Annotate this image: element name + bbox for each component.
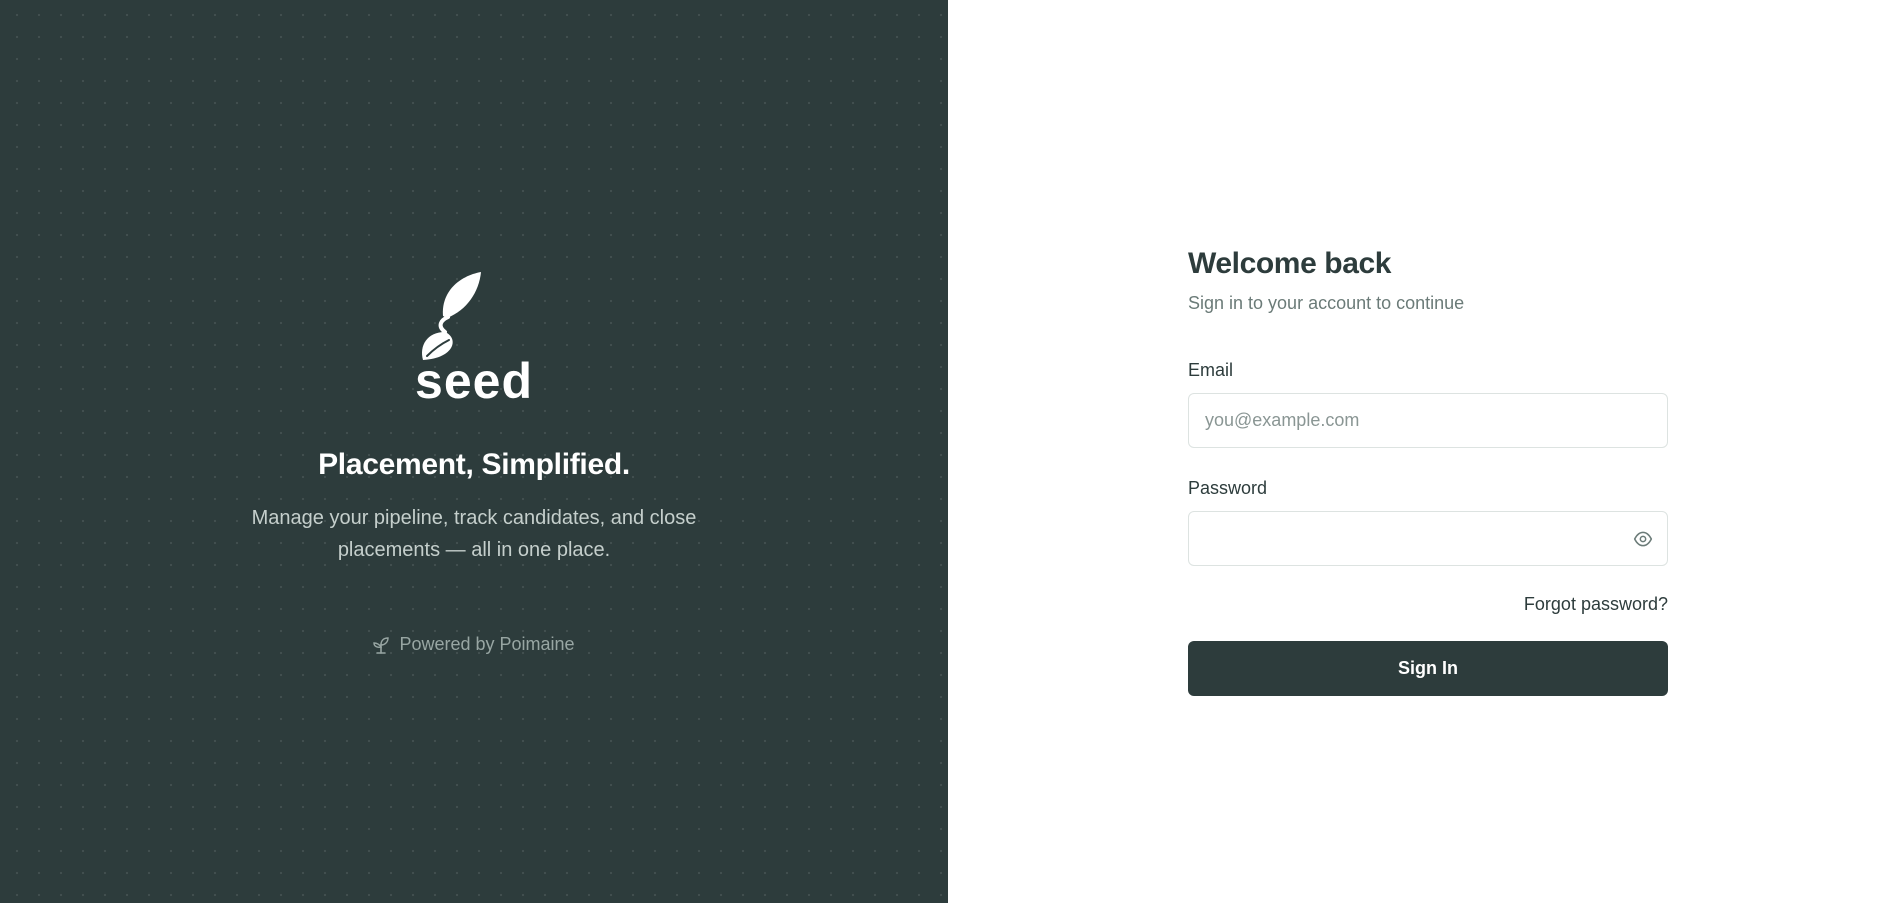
sprout-icon	[373, 636, 390, 654]
brand-tagline: Placement, Simplified.	[318, 448, 630, 481]
sign-in-form: Welcome back Sign in to your account to …	[1188, 245, 1668, 696]
brand-content: seed Placement, Simplified. Manage your …	[0, 270, 948, 655]
password-visibility-toggle[interactable]	[1632, 528, 1654, 550]
seed-sprout-icon	[422, 272, 482, 360]
forgot-password-link[interactable]: Forgot password?	[1524, 594, 1668, 614]
password-field-wrap	[1188, 511, 1668, 566]
eye-icon	[1633, 531, 1653, 547]
sign-in-button[interactable]: Sign In	[1188, 641, 1668, 696]
brand-description: Manage your pipeline, track candidates, …	[251, 507, 697, 561]
powered-by-text: Powered by Poimaine	[399, 634, 575, 654]
form-title: Welcome back	[1188, 247, 1392, 280]
seed-logo: seed	[415, 270, 533, 406]
password-label: Password	[1188, 478, 1268, 498]
logo-wordmark: seed	[415, 353, 533, 409]
form-subtitle: Sign in to your account to continue	[1188, 293, 1465, 313]
forgot-row: Forgot password?	[1188, 594, 1668, 615]
email-field-wrap	[1188, 393, 1668, 448]
email-field[interactable]	[1188, 393, 1668, 448]
form-panel: Welcome back Sign in to your account to …	[948, 0, 1902, 903]
powered-by: Powered by Poimaine	[373, 634, 575, 655]
brand-panel: seed Placement, Simplified. Manage your …	[0, 0, 948, 903]
password-field[interactable]	[1188, 511, 1668, 566]
email-label: Email	[1188, 360, 1234, 380]
login-page: seed Placement, Simplified. Manage your …	[0, 0, 1902, 903]
